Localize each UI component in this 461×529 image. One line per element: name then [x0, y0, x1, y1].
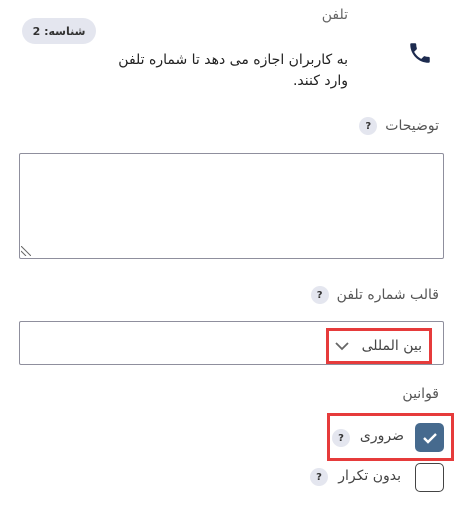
phone-format-selected[interactable]: بین المللی	[326, 328, 432, 364]
description-label: توضیحات	[385, 118, 439, 134]
format-label-row: قالب شماره تلفن ?	[310, 286, 439, 304]
checkmark-icon	[422, 432, 437, 444]
chevron-down-icon	[335, 341, 349, 350]
required-checkbox[interactable]	[415, 423, 444, 452]
format-label: قالب شماره تلفن	[336, 287, 439, 303]
resize-grip-icon[interactable]	[21, 246, 31, 256]
no-duplicate-checkbox[interactable]	[415, 463, 444, 492]
no-duplicate-label: بدون تکرار	[338, 468, 401, 484]
description-textarea[interactable]	[19, 153, 444, 259]
required-label: ضروری	[359, 428, 404, 444]
required-help-icon[interactable]: ?	[332, 429, 350, 447]
rules-title: قوانین	[402, 386, 439, 402]
description-help-icon[interactable]: ?	[359, 117, 378, 135]
field-name: تلفن	[321, 7, 348, 23]
format-help-icon[interactable]: ?	[310, 286, 329, 304]
field-id-badge: شناسه: 2	[22, 18, 96, 44]
phone-icon	[410, 43, 430, 63]
field-settings-panel: شناسه: 2 تلفن به کاربران اجازه می دهد تا…	[0, 0, 461, 529]
field-description: به کاربران اجازه می دهد تا شماره تلفن وا…	[118, 52, 348, 89]
no-duplicate-help-icon[interactable]: ?	[310, 468, 328, 486]
phone-format-value: بین المللی	[361, 338, 422, 354]
description-label-row: توضیحات ?	[359, 117, 439, 135]
